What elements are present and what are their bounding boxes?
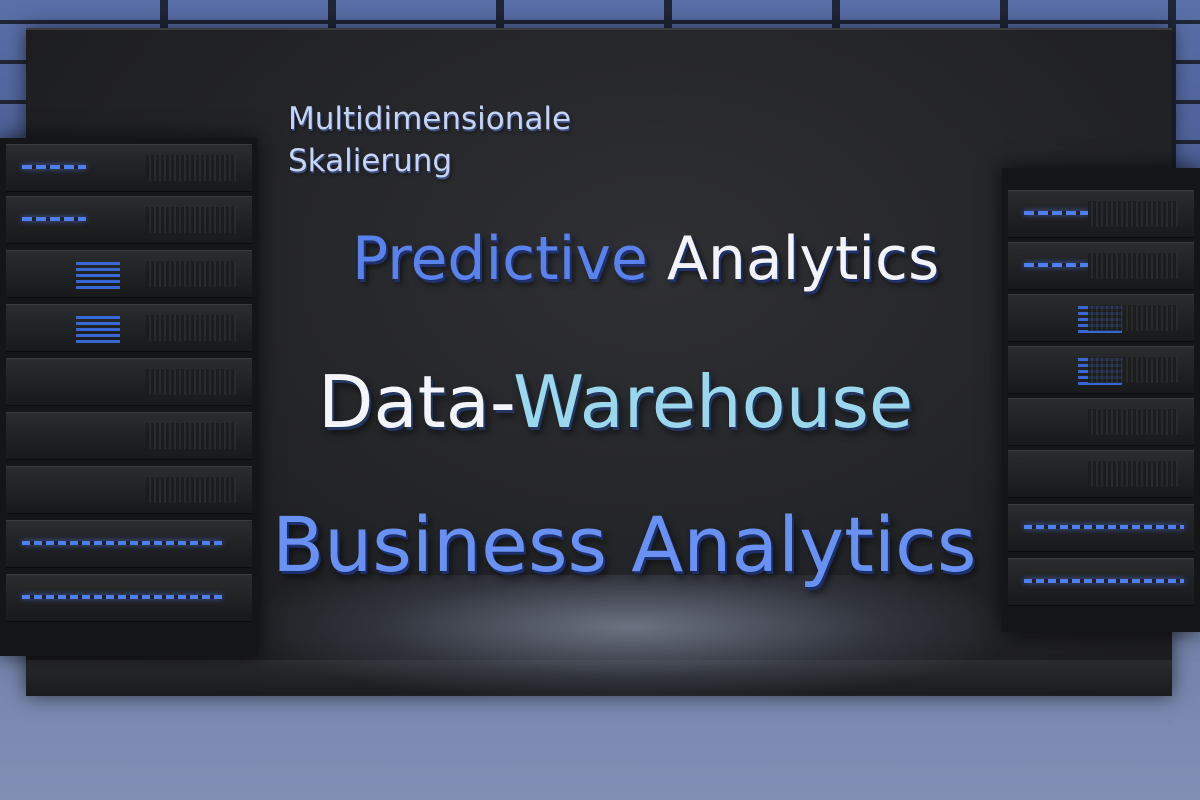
rack-unit [6, 358, 252, 406]
word-part: Warehouse [512, 360, 914, 444]
spotlight-glow [230, 575, 1030, 705]
led-strip [22, 217, 86, 221]
word-part: Predictive [352, 224, 648, 294]
word-data-warehouse: Data-Warehouse [318, 360, 913, 444]
led-strip [1024, 579, 1184, 583]
vent-grille [146, 315, 236, 341]
vent-grille [1088, 305, 1178, 331]
word-part: Analytics [647, 224, 940, 294]
rack-unit [6, 466, 252, 514]
rack-unit [6, 520, 252, 568]
rack-unit [6, 250, 252, 298]
led-strip [22, 595, 222, 599]
vent-grille [146, 477, 236, 503]
word-line: Multidimensionale [288, 101, 572, 137]
rack-unit [1008, 558, 1194, 606]
server-rack-right [1002, 168, 1200, 632]
rack-unit [1008, 450, 1194, 498]
led-strip [22, 541, 222, 545]
rack-unit [6, 196, 252, 244]
word-predictive-analytics: Predictive Analytics [352, 222, 939, 296]
vent-grille [146, 207, 236, 233]
rack-unit [1008, 504, 1194, 552]
vent-grille [1088, 357, 1178, 383]
rack-unit [1008, 398, 1194, 446]
server-rack-left [0, 138, 258, 656]
rack-unit [1008, 346, 1194, 394]
led-strip [1024, 263, 1088, 267]
word-multidimensionale-skalierung: Multidimensionale Skalierung [288, 98, 571, 182]
word-part: Data- [318, 360, 513, 444]
led-strip [22, 165, 86, 169]
vent-grille [146, 423, 236, 449]
rack-unit [6, 412, 252, 460]
vent-grille [1088, 461, 1178, 487]
led-strip [1024, 211, 1088, 215]
rack-unit [1008, 190, 1194, 238]
drive-bay-leds [76, 313, 120, 343]
rack-unit [6, 144, 252, 192]
vent-grille [146, 155, 236, 181]
word-business-analytics: Business Analytics [272, 500, 977, 589]
rack-unit [6, 574, 252, 622]
vent-grille [1088, 409, 1178, 435]
rack-unit [6, 304, 252, 352]
word-line: Skalierung [288, 143, 453, 179]
scene: Multidimensionale Skalierung Predictive … [0, 0, 1200, 800]
vent-grille [1088, 201, 1178, 227]
rack-unit [1008, 242, 1194, 290]
vent-grille [146, 369, 236, 395]
led-strip [1024, 525, 1184, 529]
vent-grille [146, 261, 236, 287]
vent-grille [1088, 253, 1178, 279]
rack-unit [1008, 294, 1194, 342]
drive-bay-leds [76, 259, 120, 289]
